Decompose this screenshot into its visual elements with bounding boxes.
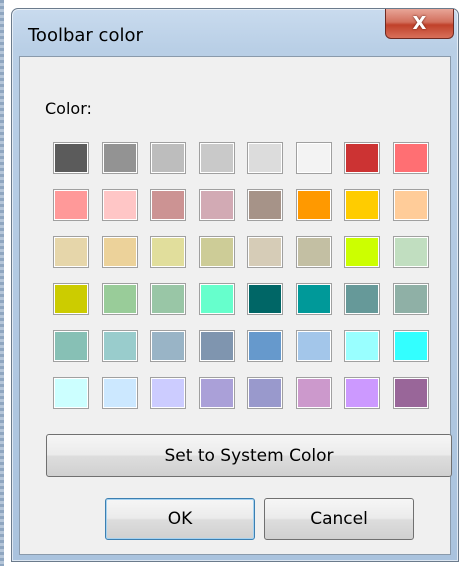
set-to-system-color-button[interactable]: Set to System Color [46, 434, 452, 477]
color-swatch-grid [53, 142, 434, 423]
color-swatch[interactable] [392, 283, 429, 315]
color-swatch[interactable] [247, 236, 283, 268]
color-swatch[interactable] [150, 236, 186, 268]
color-swatch[interactable] [101, 330, 138, 362]
color-swatch[interactable] [392, 330, 429, 362]
color-swatch[interactable] [247, 142, 283, 174]
color-swatch[interactable] [295, 189, 332, 221]
title-bar: Toolbar color X [12, 9, 458, 55]
color-label: Color: [45, 99, 92, 118]
close-icon: X [412, 13, 427, 34]
color-swatch[interactable] [295, 142, 332, 174]
window-title: Toolbar color [28, 25, 143, 46]
color-swatch[interactable] [150, 142, 186, 174]
color-swatch[interactable] [247, 330, 283, 362]
color-swatch[interactable] [392, 142, 429, 174]
color-swatch[interactable] [101, 236, 138, 268]
ok-button[interactable]: OK [105, 498, 255, 540]
color-swatch[interactable] [344, 330, 380, 362]
color-swatch[interactable] [53, 236, 89, 268]
color-swatch[interactable] [392, 377, 429, 409]
color-swatch[interactable] [198, 330, 235, 362]
color-swatch[interactable] [101, 189, 138, 221]
color-swatch[interactable] [53, 377, 89, 409]
cancel-button[interactable]: Cancel [264, 498, 414, 540]
color-swatch[interactable] [392, 189, 429, 221]
color-swatch[interactable] [150, 330, 186, 362]
dialog-client-area: Color: Set to System Color OK Cancel [19, 56, 452, 555]
background-window-edge [0, 0, 4, 566]
color-swatch[interactable] [247, 283, 283, 315]
color-swatch[interactable] [344, 189, 380, 221]
color-swatch[interactable] [392, 236, 429, 268]
color-swatch[interactable] [344, 142, 380, 174]
color-swatch[interactable] [101, 142, 138, 174]
color-swatch[interactable] [150, 377, 186, 409]
color-swatch[interactable] [101, 283, 138, 315]
color-swatch[interactable] [295, 283, 332, 315]
color-swatch[interactable] [295, 377, 332, 409]
color-swatch[interactable] [198, 189, 235, 221]
color-swatch[interactable] [198, 142, 235, 174]
color-swatch[interactable] [247, 189, 283, 221]
color-swatch[interactable] [53, 189, 89, 221]
color-swatch[interactable] [53, 142, 89, 174]
color-swatch[interactable] [247, 377, 283, 409]
color-swatch[interactable] [295, 236, 332, 268]
color-swatch[interactable] [198, 236, 235, 268]
toolbar-color-dialog: Toolbar color X Color: Set to System Col… [11, 8, 459, 562]
color-swatch[interactable] [344, 236, 380, 268]
color-swatch[interactable] [101, 377, 138, 409]
color-swatch[interactable] [53, 330, 89, 362]
color-swatch[interactable] [344, 283, 380, 315]
color-swatch[interactable] [53, 283, 89, 315]
color-swatch[interactable] [150, 189, 186, 221]
close-button[interactable]: X [385, 9, 454, 39]
color-swatch[interactable] [295, 330, 332, 362]
color-swatch[interactable] [344, 377, 380, 409]
color-swatch[interactable] [198, 283, 235, 315]
color-swatch[interactable] [198, 377, 235, 409]
color-swatch[interactable] [150, 283, 186, 315]
